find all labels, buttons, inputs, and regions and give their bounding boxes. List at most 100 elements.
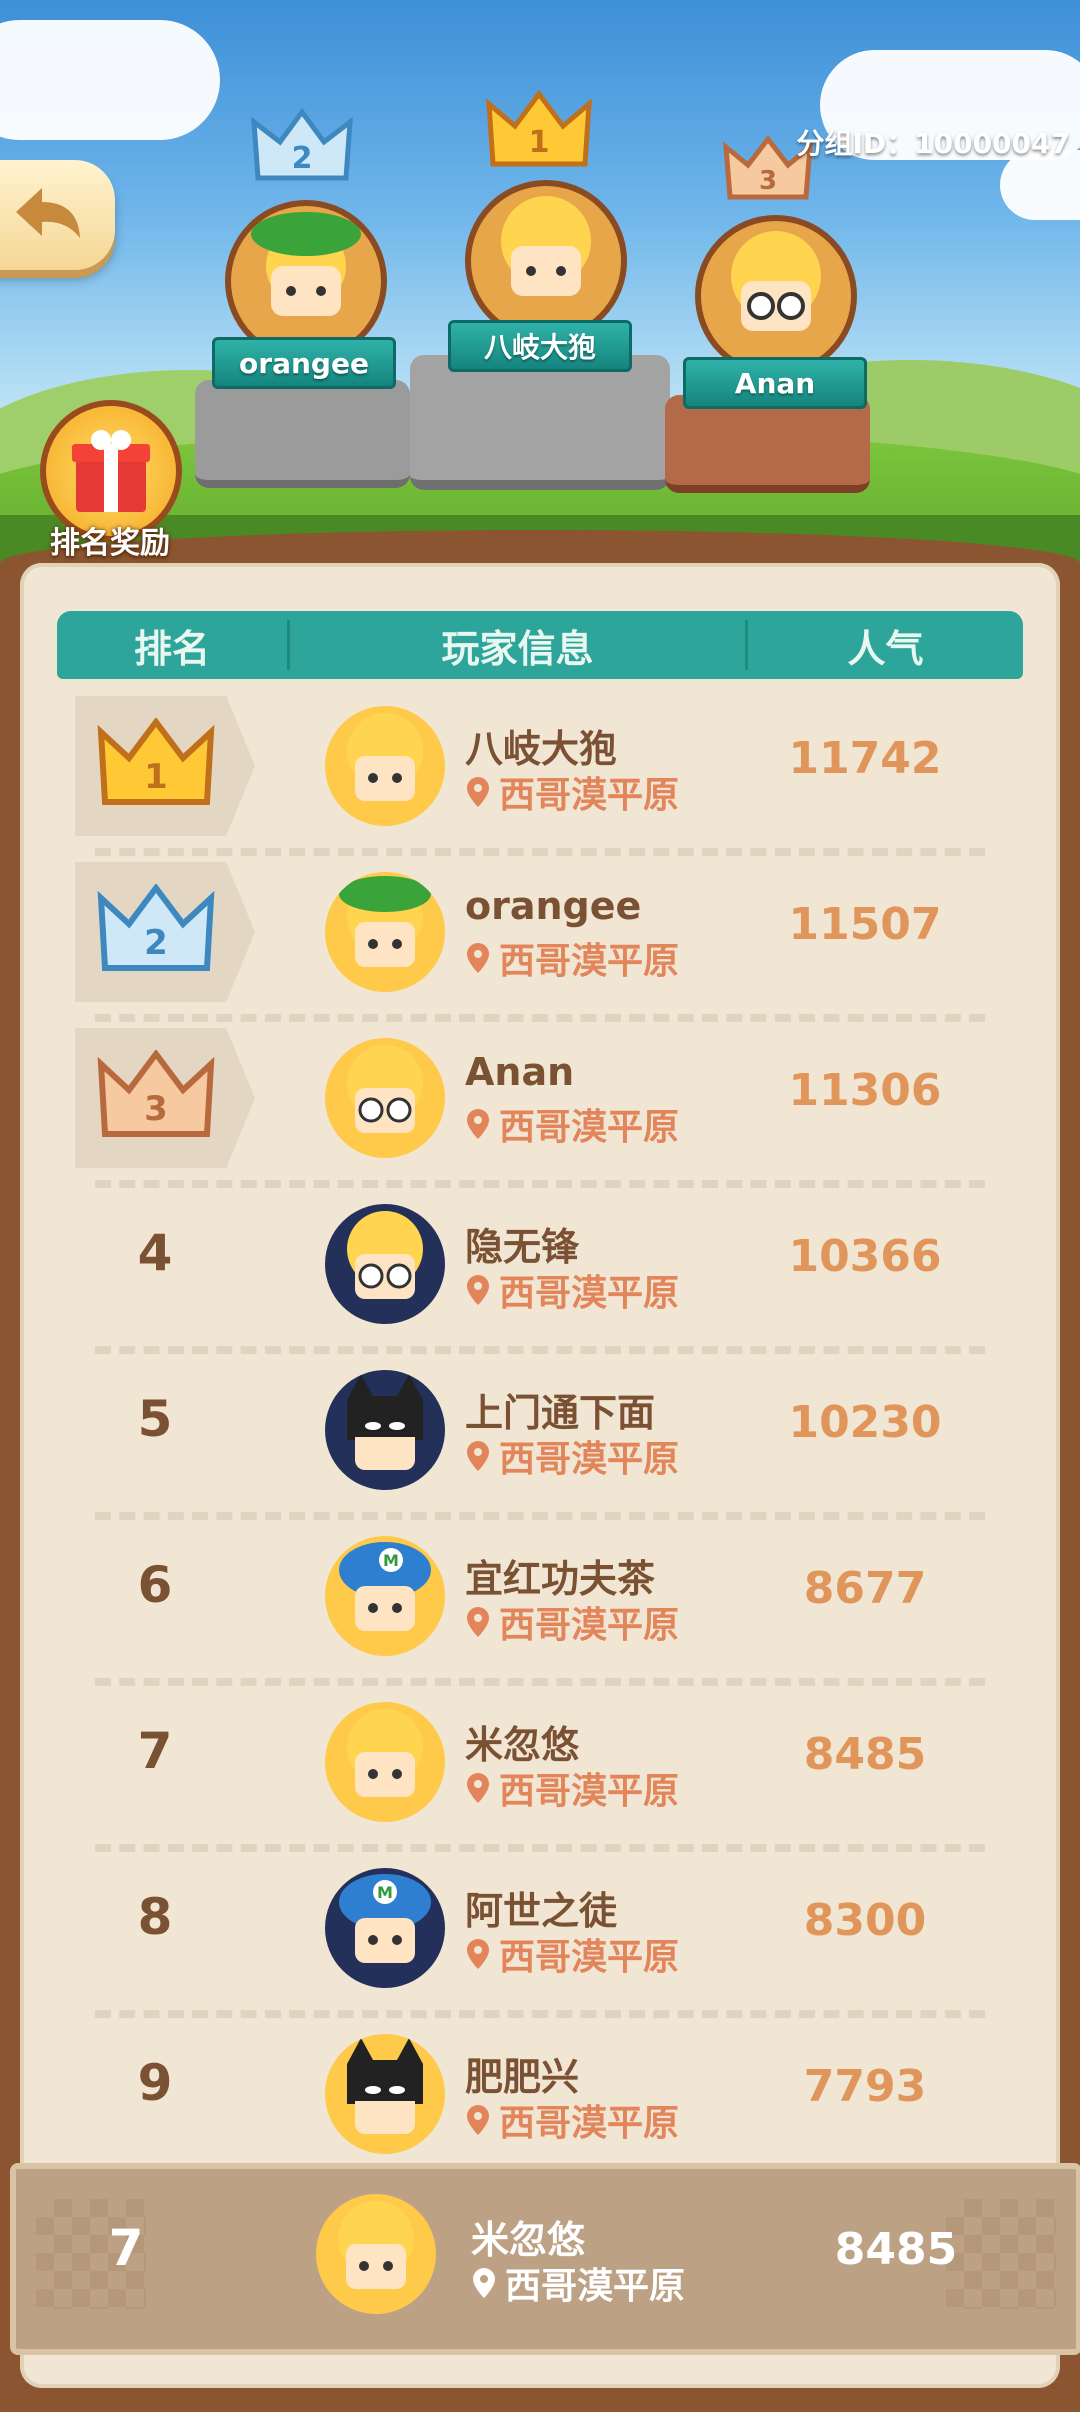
player-score: 8485 <box>803 1729 927 1780</box>
rank-badge-bg: 2 <box>75 862 255 1002</box>
avatar[interactable] <box>325 2034 445 2154</box>
player-score: 10366 <box>788 1231 942 1282</box>
svg-text:2: 2 <box>292 141 313 176</box>
player-name: 上门通下面 <box>465 1391 656 1435</box>
back-arrow-icon <box>15 188 80 238</box>
crown-second-icon: 2 <box>251 108 353 181</box>
location-pin-icon <box>473 2268 495 2298</box>
player-score: 8300 <box>803 1895 927 1946</box>
avatar[interactable] <box>325 1370 445 1490</box>
crown-gold-icon: 1 <box>97 718 215 805</box>
player-score: 11507 <box>788 899 942 950</box>
location-pin-icon <box>467 777 489 807</box>
table-row[interactable]: 1 八岐大狍 西哥漠平原 11742 <box>75 688 1005 856</box>
table-row[interactable]: 7 米忽悠 西哥漠平原 8485 <box>75 1684 1005 1852</box>
avatar[interactable] <box>325 872 445 992</box>
location-pin-icon <box>467 1109 489 1139</box>
svg-text:M: M <box>383 1551 399 1570</box>
player-name: 宜红功夫茶 <box>465 1557 656 1601</box>
podium-name-second: orangee <box>212 337 396 389</box>
location-text: 西哥漠平原 <box>499 941 680 982</box>
rank-number: 4 <box>137 1224 173 1282</box>
crown-first-icon: 1 <box>486 90 592 167</box>
location-pin-icon <box>467 1275 489 1305</box>
svg-text:1: 1 <box>529 125 550 160</box>
crown-silver-icon: 2 <box>97 884 215 971</box>
player-name: 米忽悠 <box>465 1723 580 1767</box>
table-row[interactable]: 5 上门通下面 西哥漠平原 10230 <box>75 1352 1005 1520</box>
svg-text:3: 3 <box>759 166 777 196</box>
location-text: 西哥漠平原 <box>499 1771 680 1812</box>
player-name: 阿世之徒 <box>465 1889 618 1933</box>
table-row[interactable]: 2 orangee 西哥漠平原 11507 <box>75 854 1005 1022</box>
location-pin-icon <box>467 1441 489 1471</box>
location-pin-icon <box>467 2105 489 2135</box>
rank-number: 8 <box>137 1888 173 1946</box>
player-name: 隐无锋 <box>465 1225 580 1269</box>
avatar[interactable] <box>325 1038 445 1158</box>
gift-icon <box>72 430 150 512</box>
podium-avatar-first[interactable] <box>465 180 627 342</box>
location-text: 西哥漠平原 <box>499 775 680 816</box>
svg-text:M: M <box>377 1883 393 1902</box>
location-text: 西哥漠平原 <box>499 1439 680 1480</box>
reward-label: 排名奖励 <box>50 526 170 561</box>
avatar[interactable] <box>325 1702 445 1822</box>
location-text: 西哥漠平原 <box>499 1605 680 1646</box>
player-location: 西哥漠平原 <box>465 766 679 818</box>
location-text: 西哥漠平原 <box>499 1107 680 1148</box>
player-location: 西哥漠平原 <box>465 1430 679 1482</box>
character-icon <box>501 196 591 296</box>
avatar[interactable] <box>325 706 445 826</box>
my-player-location: 西哥漠平原 <box>471 2257 685 2309</box>
table-row[interactable]: 9 肥肥兴 西哥漠平原 7793 <box>75 2016 1005 2176</box>
player-location: 西哥漠平原 <box>465 1762 679 1814</box>
my-player-score: 8485 <box>834 2224 958 2275</box>
rank-number: 7 <box>137 1722 173 1780</box>
player-location: 西哥漠平原 <box>465 1928 679 1980</box>
avatar[interactable]: M <box>325 1868 445 1988</box>
character-icon <box>731 231 821 331</box>
location-text: 西哥漠平原 <box>505 2266 686 2307</box>
location-pin-icon <box>467 1939 489 1969</box>
avatar[interactable] <box>325 1204 445 1324</box>
player-score: 10230 <box>788 1397 942 1448</box>
my-avatar[interactable] <box>316 2194 436 2314</box>
player-location: 西哥漠平原 <box>465 932 679 984</box>
podium-avatar-third[interactable] <box>695 215 857 377</box>
table-row[interactable]: 6 M 宜红功夫茶 西哥漠平原 8677 <box>75 1518 1005 1686</box>
player-name: 八岐大狍 <box>465 727 618 771</box>
leaderboard-panel: 排名 玩家信息 人气 1 八岐大狍 西哥漠平原 11742 2 orangee … <box>20 563 1060 2388</box>
player-score: 11742 <box>788 733 942 784</box>
back-button[interactable] <box>0 160 115 270</box>
svg-text:2: 2 <box>144 923 168 963</box>
player-score: 11306 <box>788 1065 942 1116</box>
player-location: 西哥漠平原 <box>465 1596 679 1648</box>
location-text: 西哥漠平原 <box>499 1273 680 1314</box>
pedestal-third <box>665 395 870 493</box>
table-row[interactable]: 4 隐无锋 西哥漠平原 10366 <box>75 1186 1005 1354</box>
podium-name-third: Anan <box>683 357 867 409</box>
table-header: 排名 玩家信息 人气 <box>57 611 1023 679</box>
rank-number: 9 <box>137 2054 173 2112</box>
location-pin-icon <box>467 1607 489 1637</box>
pedestal-second <box>195 380 410 488</box>
character-icon <box>251 212 361 316</box>
header-rank: 排名 <box>133 626 210 671</box>
rank-number: 5 <box>137 1390 173 1448</box>
player-location: 西哥漠平原 <box>465 2094 679 2146</box>
table-row[interactable]: 3 Anan 西哥漠平原 11306 <box>75 1020 1005 1188</box>
table-row[interactable]: 8 M 阿世之徒 西哥漠平原 8300 <box>75 1850 1005 2018</box>
cloud <box>0 20 220 140</box>
rank-reward-button[interactable]: 排名奖励 <box>30 400 182 561</box>
rank-badge-bg: 1 <box>75 696 255 836</box>
header-player: 玩家信息 <box>441 626 594 671</box>
player-location: 西哥漠平原 <box>465 1264 679 1316</box>
avatar[interactable]: M <box>325 1536 445 1656</box>
svg-text:1: 1 <box>144 757 168 797</box>
pedestal-first <box>410 355 670 490</box>
rank-badge-bg: 3 <box>75 1028 255 1168</box>
my-player-name: 米忽悠 <box>471 2218 586 2262</box>
my-rank-row[interactable]: 7 米忽悠 西哥漠平原 8485 <box>10 2163 1080 2355</box>
location-pin-icon <box>467 943 489 973</box>
